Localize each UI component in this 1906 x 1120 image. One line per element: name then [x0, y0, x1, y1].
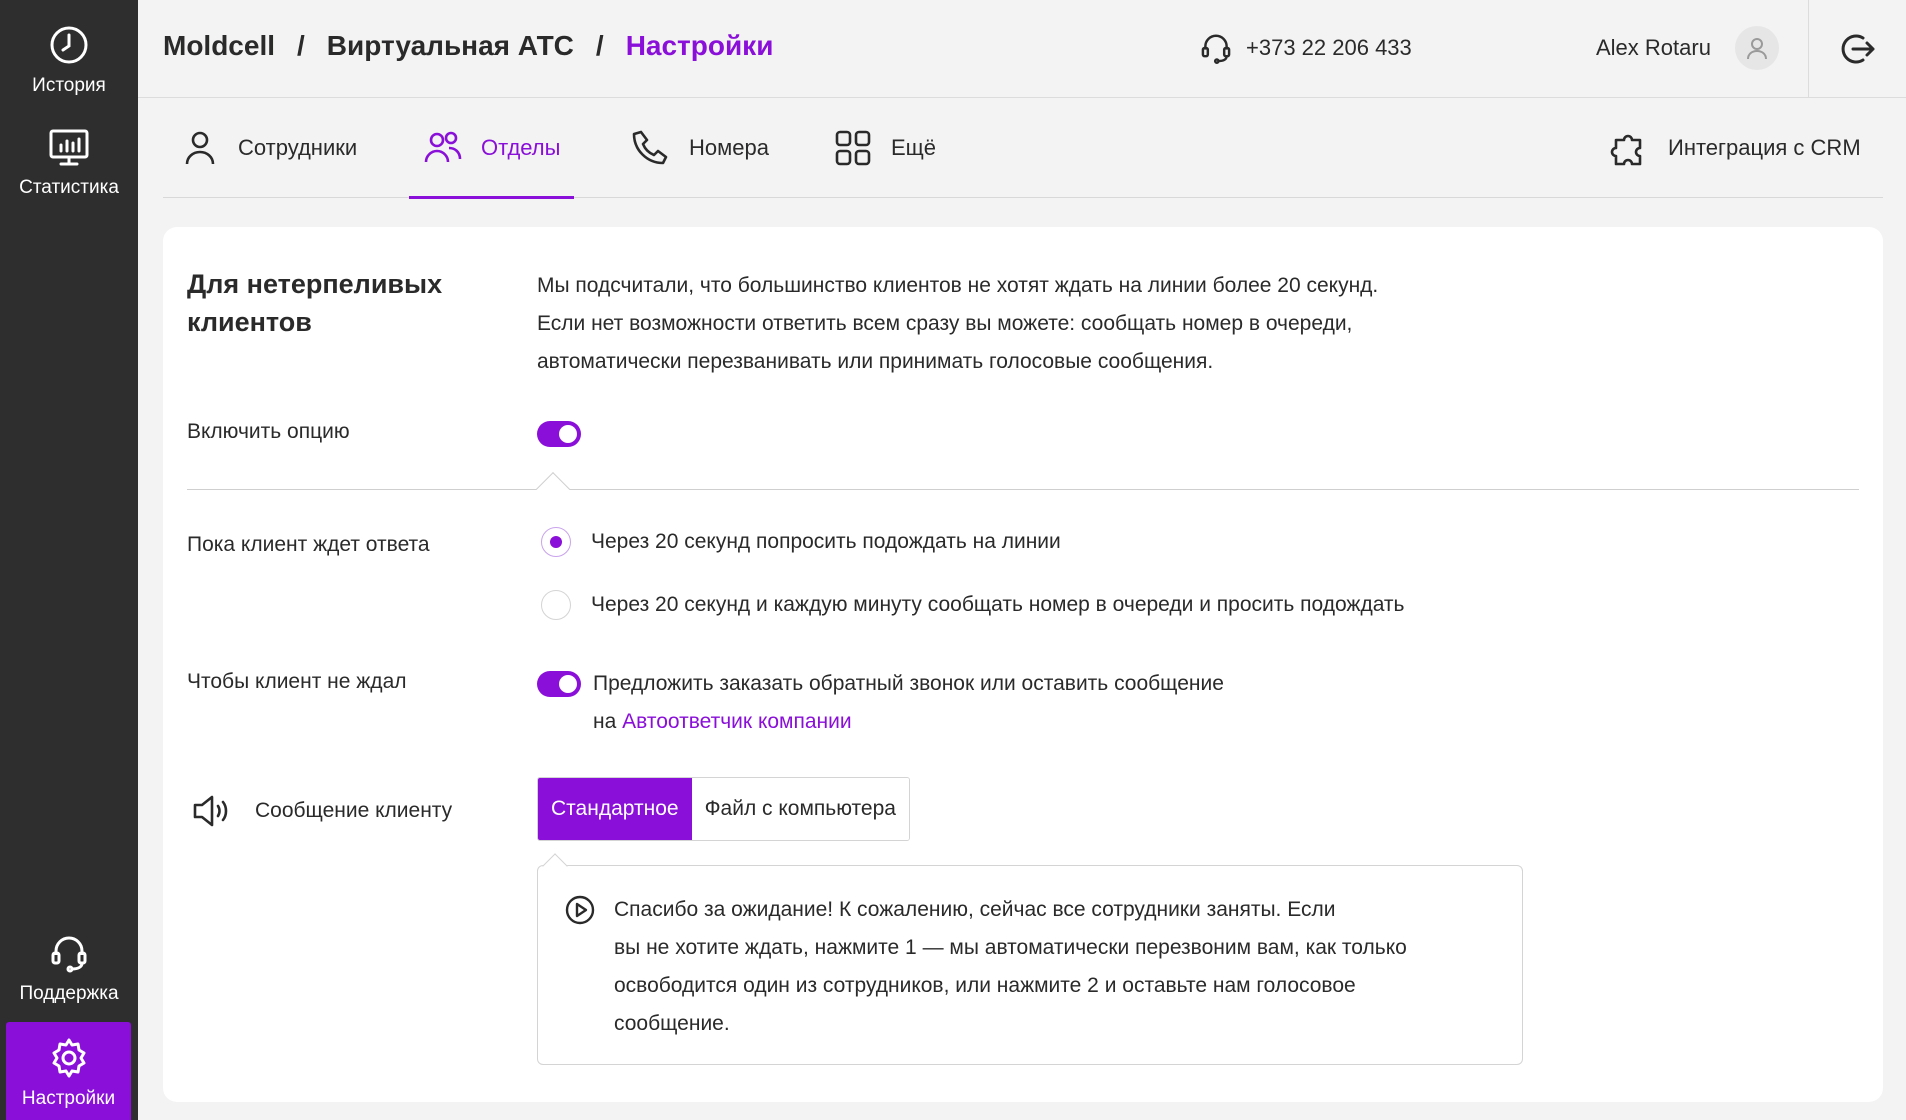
no-wait-label: Чтобы клиент не ждал	[187, 670, 407, 693]
enable-option-toggle[interactable]	[537, 421, 581, 447]
sidebar-item-label: Статистика	[19, 177, 119, 198]
radio-label: Через 20 секунд попросить подождать на л…	[591, 530, 1061, 553]
logout-icon	[1841, 34, 1874, 64]
puzzle-icon	[1610, 134, 1642, 166]
enable-option-label: Включить опцию	[187, 420, 350, 443]
gear-icon	[52, 1038, 85, 1078]
tab-label: Ещё	[891, 135, 937, 160]
divider-notch	[536, 472, 570, 506]
section-title: Для нетерпеливых клиентов	[187, 269, 443, 337]
tab-label: Отделы	[481, 135, 561, 160]
user-name: Alex Rotaru	[1596, 35, 1711, 60]
callback-toggle[interactable]	[537, 671, 581, 697]
speaker-icon	[193, 795, 228, 827]
waiting-label: Пока клиент ждет ответа	[187, 533, 430, 556]
sidebar-item-support[interactable]: Поддержка	[0, 918, 138, 1018]
message-text: Спасибо за ожидание! К сожалению, сейчас…	[614, 891, 1494, 1043]
phone-number: +373 22 206 433	[1246, 35, 1412, 60]
tab-crm-integration[interactable]: Интеграция с CRM	[1610, 98, 1861, 198]
tab-numbers[interactable]: Номера	[631, 98, 769, 198]
support-phone[interactable]: +373 22 206 433	[1198, 30, 1412, 66]
person-icon	[185, 131, 215, 165]
tab-label: Сотрудники	[238, 135, 358, 160]
sidebar-item-label: Настройки	[21, 1088, 116, 1109]
description-line: Мы подсчитали, что большинство клиентов …	[537, 274, 1379, 297]
breadcrumb-separator: /	[595, 30, 604, 61]
radio-button[interactable]	[541, 590, 571, 620]
sidebar-item-history[interactable]: История	[0, 10, 138, 110]
settings-card: Для нетерпеливых клиентов Мы подсчитали,…	[163, 227, 1883, 1102]
breadcrumb-item-current: Настройки	[625, 30, 774, 61]
waiting-option-queue-number[interactable]: Через 20 секунд и каждую минуту сообщать…	[541, 590, 1405, 620]
message-label-text: Сообщение клиенту	[255, 799, 453, 822]
sidebar-item-label: Поддержка	[19, 983, 119, 1004]
headset-icon	[51, 936, 87, 973]
message-preview: Спасибо за ожидание! К сожалению, сейчас…	[537, 853, 1523, 1065]
clock-icon	[50, 26, 88, 64]
monitor-chart-icon	[49, 129, 89, 166]
breadcrumb-item-pbx[interactable]: Виртуальная АТС	[327, 30, 574, 61]
tab-more[interactable]: Ещё	[833, 98, 936, 198]
tab-label: Номера	[689, 135, 769, 160]
description-line: Если нет возможности ответить всем сразу…	[537, 312, 1353, 335]
play-icon[interactable]	[564, 894, 596, 926]
breadcrumb: Moldcell / Виртуальная АТС / Настройки	[163, 30, 773, 62]
avatar[interactable]	[1734, 26, 1779, 70]
sidebar-item-settings[interactable]: Настройки	[6, 1022, 131, 1120]
breadcrumb-separator: /	[297, 30, 305, 61]
radio-label: Через 20 секунд и каждую минуту сообщать…	[591, 593, 1405, 616]
callback-description: Предложить заказать обратный звонок или …	[593, 665, 1224, 741]
upload-file-button[interactable]: Файл с компьютера	[691, 778, 909, 840]
message-box-notch	[542, 853, 568, 879]
sidebar: История Статистика Поддержка Настройки	[0, 0, 138, 1120]
tab-departments[interactable]: Отделы	[409, 98, 575, 199]
tab-label: Интеграция с CRM	[1668, 135, 1861, 160]
top-header: Moldcell / Виртуальная АТС / Настройки +373 …	[138, 0, 1906, 98]
breadcrumb-item-company[interactable]: Moldcell	[163, 30, 275, 61]
tab-employees[interactable]: Сотрудники	[180, 98, 357, 198]
phone-icon	[632, 130, 668, 165]
section-description: Мы подсчитали, что большинство клиентов …	[537, 267, 1497, 381]
standard-message-button[interactable]: Стандартное	[538, 778, 692, 840]
message-source-selector: Стандартное Файл с компьютера	[537, 777, 910, 841]
message-line: освободится один из сотрудников, или наж…	[614, 974, 1356, 997]
divider	[187, 489, 1859, 490]
radio-button[interactable]	[541, 527, 571, 557]
grid-icon	[835, 130, 871, 166]
message-label: Сообщение клиенту	[191, 790, 452, 832]
headset-icon	[1201, 34, 1231, 64]
message-line: Спасибо за ожидание! К сожалению, сейчас…	[614, 898, 1336, 921]
group-icon	[424, 131, 462, 163]
user-icon	[1746, 38, 1767, 60]
message-line: вы не хотите ждать, нажмите 1 — мы автом…	[614, 936, 1407, 959]
message-line: сообщение.	[614, 1012, 730, 1035]
sidebar-item-label: История	[32, 75, 106, 96]
user-menu[interactable]: Alex Rotaru	[1596, 26, 1779, 70]
autoresponder-link[interactable]: Автоответчик компании	[622, 710, 851, 733]
callback-text: Предложить заказать обратный звонок или …	[593, 672, 1224, 695]
callback-prefix: на	[593, 710, 617, 733]
waiting-option-ask-wait[interactable]: Через 20 секунд попросить подождать на л…	[541, 527, 1061, 557]
description-line: автоматически перезванивать или принимат…	[537, 350, 1214, 373]
logout-button[interactable]	[1808, 0, 1906, 98]
tab-bar: Сотрудники Отделы Номера Ещё Интеграция …	[163, 98, 1883, 199]
sidebar-item-statistics[interactable]: Статистика	[0, 112, 138, 212]
